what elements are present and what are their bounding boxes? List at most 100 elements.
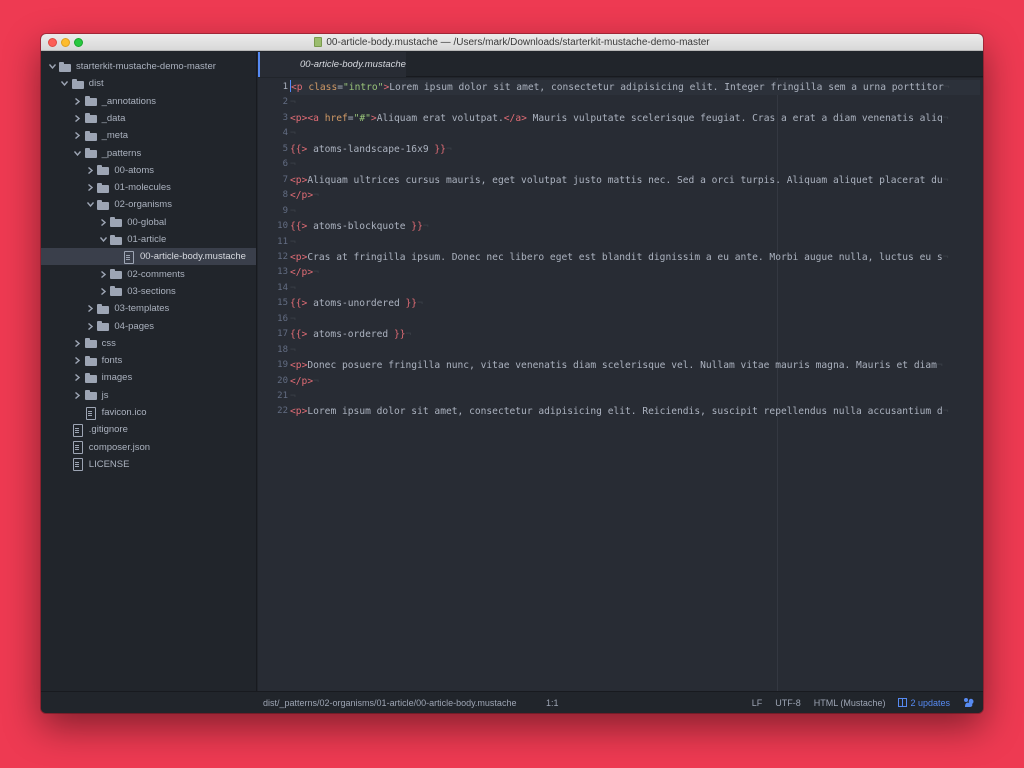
chevron-right-icon[interactable] xyxy=(73,391,83,399)
tree-folder-item[interactable]: js xyxy=(41,387,256,404)
tree-file-item[interactable]: LICENSE xyxy=(41,456,256,473)
chevron-down-icon[interactable] xyxy=(85,202,95,208)
code-line[interactable]: </p>¬ xyxy=(290,265,980,280)
chevron-right-icon[interactable] xyxy=(73,114,83,122)
code-line[interactable]: </p>¬ xyxy=(290,188,980,203)
tree-file-item[interactable]: favicon.ico xyxy=(41,404,256,421)
tree-folder-item[interactable]: 04-pages xyxy=(41,318,256,335)
chevron-right-icon[interactable] xyxy=(85,184,95,192)
tab-article-body[interactable]: 00-article-body.mustache xyxy=(258,52,406,77)
line-number[interactable]: 17 xyxy=(258,327,288,342)
tree-folder-item[interactable]: images xyxy=(41,369,256,386)
line-number[interactable]: 20 xyxy=(258,374,288,389)
tree-file-item[interactable]: 00-article-body.mustache xyxy=(41,248,256,266)
chevron-down-icon[interactable] xyxy=(73,150,83,156)
status-grammar[interactable]: HTML (Mustache) xyxy=(814,698,886,708)
line-number[interactable]: 5 xyxy=(258,142,288,157)
chevron-right-icon[interactable] xyxy=(98,287,108,295)
chevron-right-icon[interactable] xyxy=(98,270,108,278)
status-line-ending[interactable]: LF xyxy=(752,698,763,708)
tree-folder-item[interactable]: 02-comments xyxy=(41,266,256,283)
code-line[interactable]: ¬ xyxy=(290,126,980,141)
tree-folder-item[interactable]: 03-sections xyxy=(41,283,256,300)
status-file-path[interactable]: dist/_patterns/02-organisms/01-article/0… xyxy=(263,698,516,708)
chevron-right-icon[interactable] xyxy=(73,132,83,140)
code-line[interactable]: ¬ xyxy=(290,343,980,358)
minimize-button[interactable] xyxy=(61,38,70,47)
tree-folder-item[interactable]: 01-molecules xyxy=(41,179,256,196)
tree-view[interactable]: starterkit-mustache-demo-master dist _anno… xyxy=(41,52,257,691)
code-line[interactable]: <p>Cras at fringilla ipsum. Donec nec li… xyxy=(290,250,980,265)
tree-folder-item[interactable]: _data xyxy=(41,110,256,127)
tree-folder-item[interactable]: _annotations xyxy=(41,93,256,110)
code-line[interactable]: </p>¬ xyxy=(290,374,980,389)
chevron-down-icon[interactable] xyxy=(98,237,108,242)
close-button[interactable] xyxy=(48,38,57,47)
chevron-right-icon[interactable] xyxy=(85,305,95,313)
line-number[interactable]: 16 xyxy=(258,312,288,327)
code-line[interactable]: <p>Aliquam ultrices cursus mauris, eget … xyxy=(290,173,980,188)
tree-folder-item[interactable]: _patterns xyxy=(41,145,256,162)
code-line[interactable]: {{> atoms-landscape-16x9 }}¬ xyxy=(290,142,980,157)
code-line[interactable]: ¬ xyxy=(290,157,980,172)
tree-file-item[interactable]: .gitignore xyxy=(41,421,256,438)
line-number[interactable]: 11 xyxy=(258,235,288,250)
tree-folder-item[interactable]: 03-templates xyxy=(41,300,256,317)
chevron-right-icon[interactable] xyxy=(73,97,83,105)
line-number[interactable]: 18 xyxy=(258,343,288,358)
chevron-right-icon[interactable] xyxy=(85,166,95,174)
code-line[interactable]: {{> atoms-unordered }}¬ xyxy=(290,296,980,311)
line-number[interactable]: 1 xyxy=(258,80,288,95)
zoom-button[interactable] xyxy=(74,38,83,47)
line-number[interactable]: 15 xyxy=(258,296,288,311)
line-number[interactable]: 4 xyxy=(258,126,288,141)
code-line[interactable]: ¬ xyxy=(290,204,980,219)
line-number[interactable]: 19 xyxy=(258,358,288,373)
chevron-right-icon[interactable] xyxy=(98,218,108,226)
code-line[interactable]: ¬ xyxy=(290,281,980,296)
line-number[interactable]: 2 xyxy=(258,95,288,110)
chevron-right-icon[interactable] xyxy=(73,357,83,365)
code-line[interactable]: ¬ xyxy=(290,312,980,327)
line-number[interactable]: 3 xyxy=(258,111,288,126)
code-line[interactable]: ¬ xyxy=(290,95,980,110)
tree-folder-item[interactable]: 00-global xyxy=(41,214,256,231)
line-number[interactable]: 21 xyxy=(258,389,288,404)
chevron-right-icon[interactable] xyxy=(73,374,83,382)
line-number[interactable]: 9 xyxy=(258,204,288,219)
code-line[interactable]: <p class="intro">Lorem ipsum dolor sit a… xyxy=(290,80,980,95)
tree-folder-item[interactable]: css xyxy=(41,335,256,352)
tree-folder-item[interactable]: 01-article xyxy=(41,231,256,248)
line-number[interactable]: 6 xyxy=(258,157,288,172)
line-number[interactable]: 7 xyxy=(258,173,288,188)
line-number[interactable]: 13 xyxy=(258,265,288,280)
tree-folder-item[interactable]: 00-atoms xyxy=(41,162,256,179)
status-cursor-position[interactable]: 1:1 xyxy=(546,698,559,708)
code-line[interactable]: <p><a href="#">Aliquam erat volutpat.</a… xyxy=(290,111,980,126)
line-number[interactable]: 12 xyxy=(258,250,288,265)
code-line[interactable]: {{> atoms-blockquote }}¬ xyxy=(290,219,980,234)
chevron-right-icon[interactable] xyxy=(73,339,83,347)
code-line[interactable]: <p>Lorem ipsum dolor sit amet, consectet… xyxy=(290,404,980,419)
tree-folder-item[interactable]: 02-organisms xyxy=(41,196,256,213)
tree-file-item[interactable]: composer.json xyxy=(41,439,256,456)
chevron-down-icon[interactable] xyxy=(47,64,57,69)
code-line[interactable]: <p>Donec posuere fringilla nunc, vitae v… xyxy=(290,358,980,373)
title-bar[interactable]: 00-article-body.mustache — /Users/mark/D… xyxy=(41,34,983,51)
tree-folder-item[interactable]: starterkit-mustache-demo-master xyxy=(41,58,256,75)
code-line[interactable]: ¬ xyxy=(290,389,980,404)
tree-folder-item[interactable]: _meta xyxy=(41,127,256,144)
chevron-right-icon[interactable] xyxy=(85,322,95,330)
line-number[interactable]: 10 xyxy=(258,219,288,234)
text-editor[interactable]: 1 <p class="intro">Lorem ipsum dolor sit … xyxy=(258,78,983,691)
chevron-down-icon[interactable] xyxy=(60,81,70,87)
code-line[interactable]: ¬ xyxy=(290,235,980,250)
line-number[interactable]: 14 xyxy=(258,281,288,296)
squirrel-icon[interactable] xyxy=(963,697,975,708)
code-line[interactable]: {{> atoms-ordered }}¬ xyxy=(290,327,980,342)
line-number[interactable]: 22 xyxy=(258,404,288,419)
tree-folder-item[interactable]: dist xyxy=(41,75,256,92)
package-updates[interactable]: 2 updates xyxy=(898,698,950,708)
line-number[interactable]: 8 xyxy=(258,188,288,203)
status-encoding[interactable]: UTF-8 xyxy=(775,698,801,708)
